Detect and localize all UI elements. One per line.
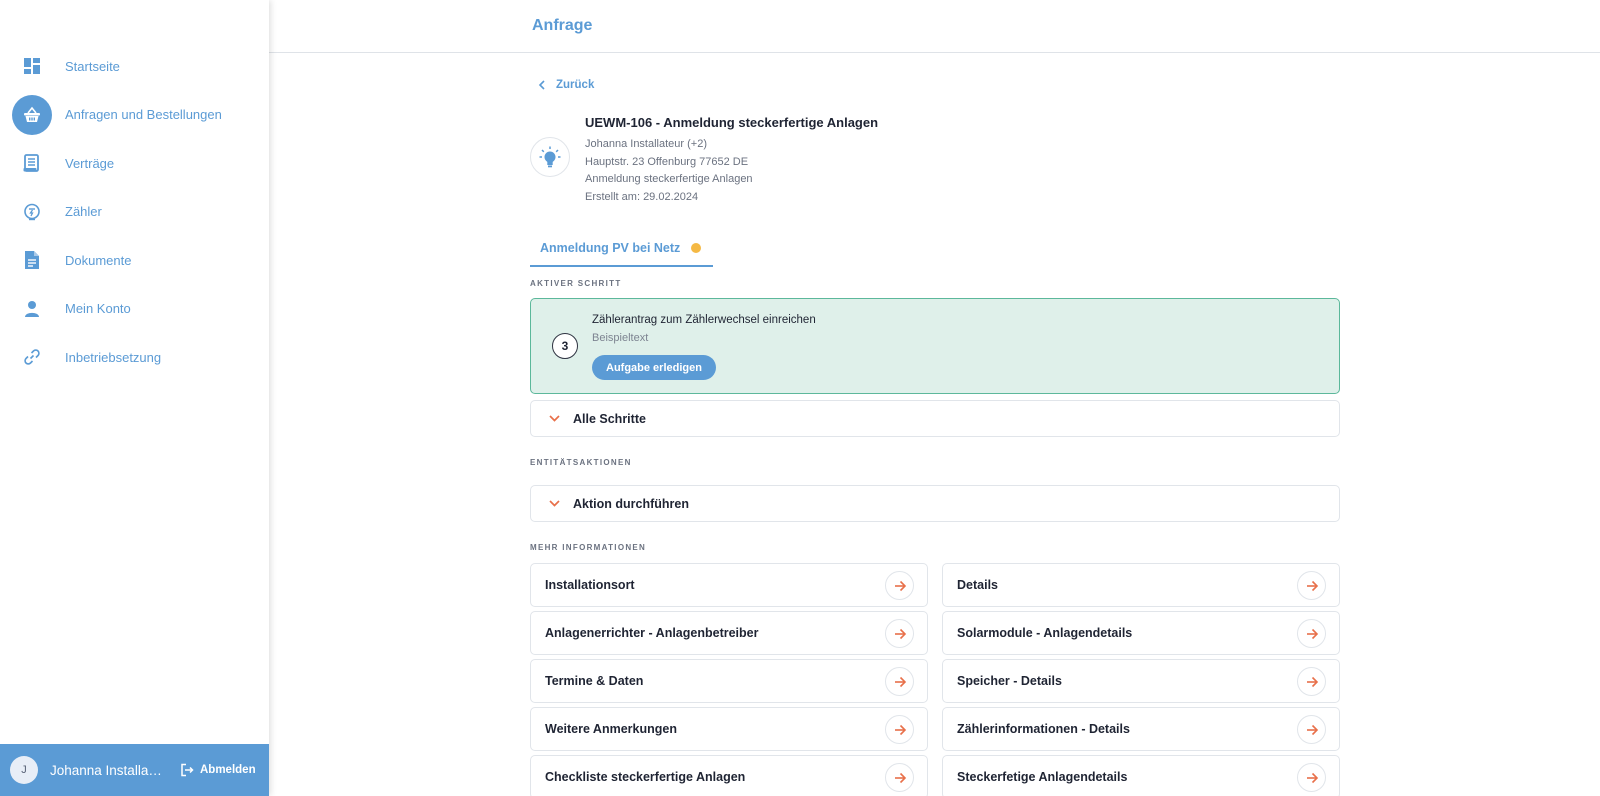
info-card-checkliste[interactable]: Checkliste steckerfertige Anlagen <box>530 755 928 796</box>
all-steps-accordion[interactable]: Alle Schritte <box>530 400 1340 437</box>
basket-icon <box>12 94 52 135</box>
link-icon <box>12 337 52 377</box>
back-link[interactable]: Zurück <box>538 79 594 91</box>
info-card-label: Speicher - Details <box>957 674 1062 688</box>
sidebar-item-label: Dokumente <box>65 252 132 268</box>
dashboard-icon <box>12 46 52 86</box>
sidebar-item-label: Verträge <box>65 155 115 171</box>
sidebar-item-vertraege[interactable]: Verträge <box>0 143 269 183</box>
step-title: Zählerantrag zum Zählerwechsel einreiche… <box>592 314 816 326</box>
sidebar-item-label: Zähler <box>65 204 102 219</box>
more-info-heading: MEHR INFORMATIONEN <box>530 543 647 552</box>
sidebar-item-startseite[interactable]: Startseite <box>0 46 269 86</box>
entity-actions-heading: ENTITÄTSAKTIONEN <box>530 458 632 467</box>
info-card-label: Weitere Anmerkungen <box>545 722 677 736</box>
action-accordion[interactable]: Aktion durchführen <box>530 485 1340 522</box>
arrow-right-icon[interactable] <box>885 715 914 744</box>
arrow-right-icon[interactable] <box>1297 715 1326 744</box>
active-step-heading: AKTIVER SCHRITT <box>530 279 622 288</box>
complete-task-button[interactable]: Aufgabe erledigen <box>592 355 716 380</box>
request-address: Hauptstr. 23 Offenburg 77652 DE <box>585 155 749 168</box>
request-details: UEWM-106 - Anmeldung steckerfertige Anla… <box>585 115 878 206</box>
user-icon <box>12 289 52 329</box>
sidebar-nav: Startseite Anfragen und Bestellungen Ver… <box>0 46 269 386</box>
arrow-right-icon[interactable] <box>885 571 914 600</box>
chevron-down-icon <box>549 415 560 422</box>
sidebar-item-inbetriebsetzung[interactable]: Inbetriebsetzung <box>0 337 269 377</box>
info-card-zaehlerinformationen[interactable]: Zählerinformationen - Details <box>942 707 1340 751</box>
back-label: Zurück <box>556 79 595 91</box>
status-dot <box>691 243 702 253</box>
page-title: Anfrage <box>532 17 593 34</box>
info-card-label: Installationsort <box>545 578 635 592</box>
request-title: UEWM-106 - Anmeldung steckerfertige Anla… <box>585 115 879 130</box>
tab-anmeldung-pv[interactable]: Anmeldung PV bei Netz <box>530 231 713 267</box>
top-bar: Anfrage <box>269 0 1600 53</box>
arrow-right-icon[interactable] <box>885 667 914 696</box>
sidebar-item-dokumente[interactable]: Dokumente <box>0 240 269 280</box>
request-header: UEWM-106 - Anmeldung steckerfertige Anla… <box>530 115 1340 205</box>
tab-label: Anmeldung PV bei Netz <box>540 241 681 255</box>
logout-label: Abmelden <box>200 764 256 776</box>
info-card-termine[interactable]: Termine & Daten <box>530 659 928 703</box>
info-card-label: Termine & Daten <box>545 674 644 688</box>
sidebar: Startseite Anfragen und Bestellungen Ver… <box>0 0 269 796</box>
request-created: Erstellt am: 29.02.2024 <box>585 190 699 203</box>
arrow-right-icon[interactable] <box>1297 571 1326 600</box>
info-card-anmerkungen[interactable]: Weitere Anmerkungen <box>530 707 928 751</box>
lightbulb-icon <box>530 137 570 177</box>
action-label: Aktion durchführen <box>573 496 689 511</box>
request-type: Anmeldung steckerfertige Anlagen <box>585 173 753 185</box>
arrow-right-icon[interactable] <box>885 619 914 648</box>
arrow-right-icon[interactable] <box>885 763 914 792</box>
sidebar-item-label: Startseite <box>65 58 120 74</box>
sidebar-item-mein-konto[interactable]: Mein Konto <box>0 289 269 329</box>
sidebar-item-anfragen[interactable]: Anfragen und Bestellungen <box>0 94 269 135</box>
info-card-label: Checkliste steckerfertige Anlagen <box>545 770 746 784</box>
arrow-right-icon[interactable] <box>1297 619 1326 648</box>
chevron-down-icon <box>549 500 560 507</box>
user-bar: J Johanna Installateur Abmelden <box>0 744 269 796</box>
logout-icon <box>181 763 194 777</box>
sidebar-item-label: Anfragen und Bestellungen <box>65 107 222 122</box>
info-card-steckerfertige[interactable]: Steckerfetige Anlagendetails <box>942 755 1340 796</box>
info-card-installationsort[interactable]: Installationsort <box>530 563 928 607</box>
info-card-label: Zählerinformationen - Details <box>957 722 1130 736</box>
info-card-details[interactable]: Details <box>942 563 1340 607</box>
contract-icon <box>12 143 52 183</box>
meter-icon <box>12 192 52 232</box>
arrow-right-icon[interactable] <box>1297 667 1326 696</box>
info-card-speicher[interactable]: Speicher - Details <box>942 659 1340 703</box>
arrow-right-icon[interactable] <box>1297 763 1326 792</box>
step-number: 3 <box>552 333 578 359</box>
info-card-label: Steckerfetige Anlagendetails <box>957 770 1128 784</box>
document-icon <box>12 240 52 280</box>
avatar[interactable]: J <box>10 756 38 784</box>
sidebar-item-label: Inbetriebsetzung <box>65 349 162 365</box>
info-card-anlagenerrichter[interactable]: Anlagenerrichter - Anlagenbetreiber <box>530 611 928 655</box>
step-subtitle: Beispieltext <box>592 332 649 344</box>
active-step-card: 3 Zählerantrag zum Zählerwechsel einreic… <box>530 298 1340 394</box>
chevron-left-icon <box>538 80 545 90</box>
sidebar-item-zaehler[interactable]: Zähler <box>0 192 269 232</box>
info-card-solarmodule[interactable]: Solarmodule - Anlagendetails <box>942 611 1340 655</box>
request-owner: Johanna Installateur (+2) <box>585 138 707 150</box>
logout-button[interactable]: Abmelden <box>180 763 256 777</box>
user-name: Johanna Installateur <box>50 762 162 778</box>
info-card-label: Solarmodule - Anlagendetails <box>957 626 1133 640</box>
info-card-label: Details <box>957 578 998 592</box>
sidebar-item-label: Mein Konto <box>65 301 131 316</box>
all-steps-label: Alle Schritte <box>573 411 646 426</box>
info-card-label: Anlagenerrichter - Anlagenbetreiber <box>545 626 759 640</box>
